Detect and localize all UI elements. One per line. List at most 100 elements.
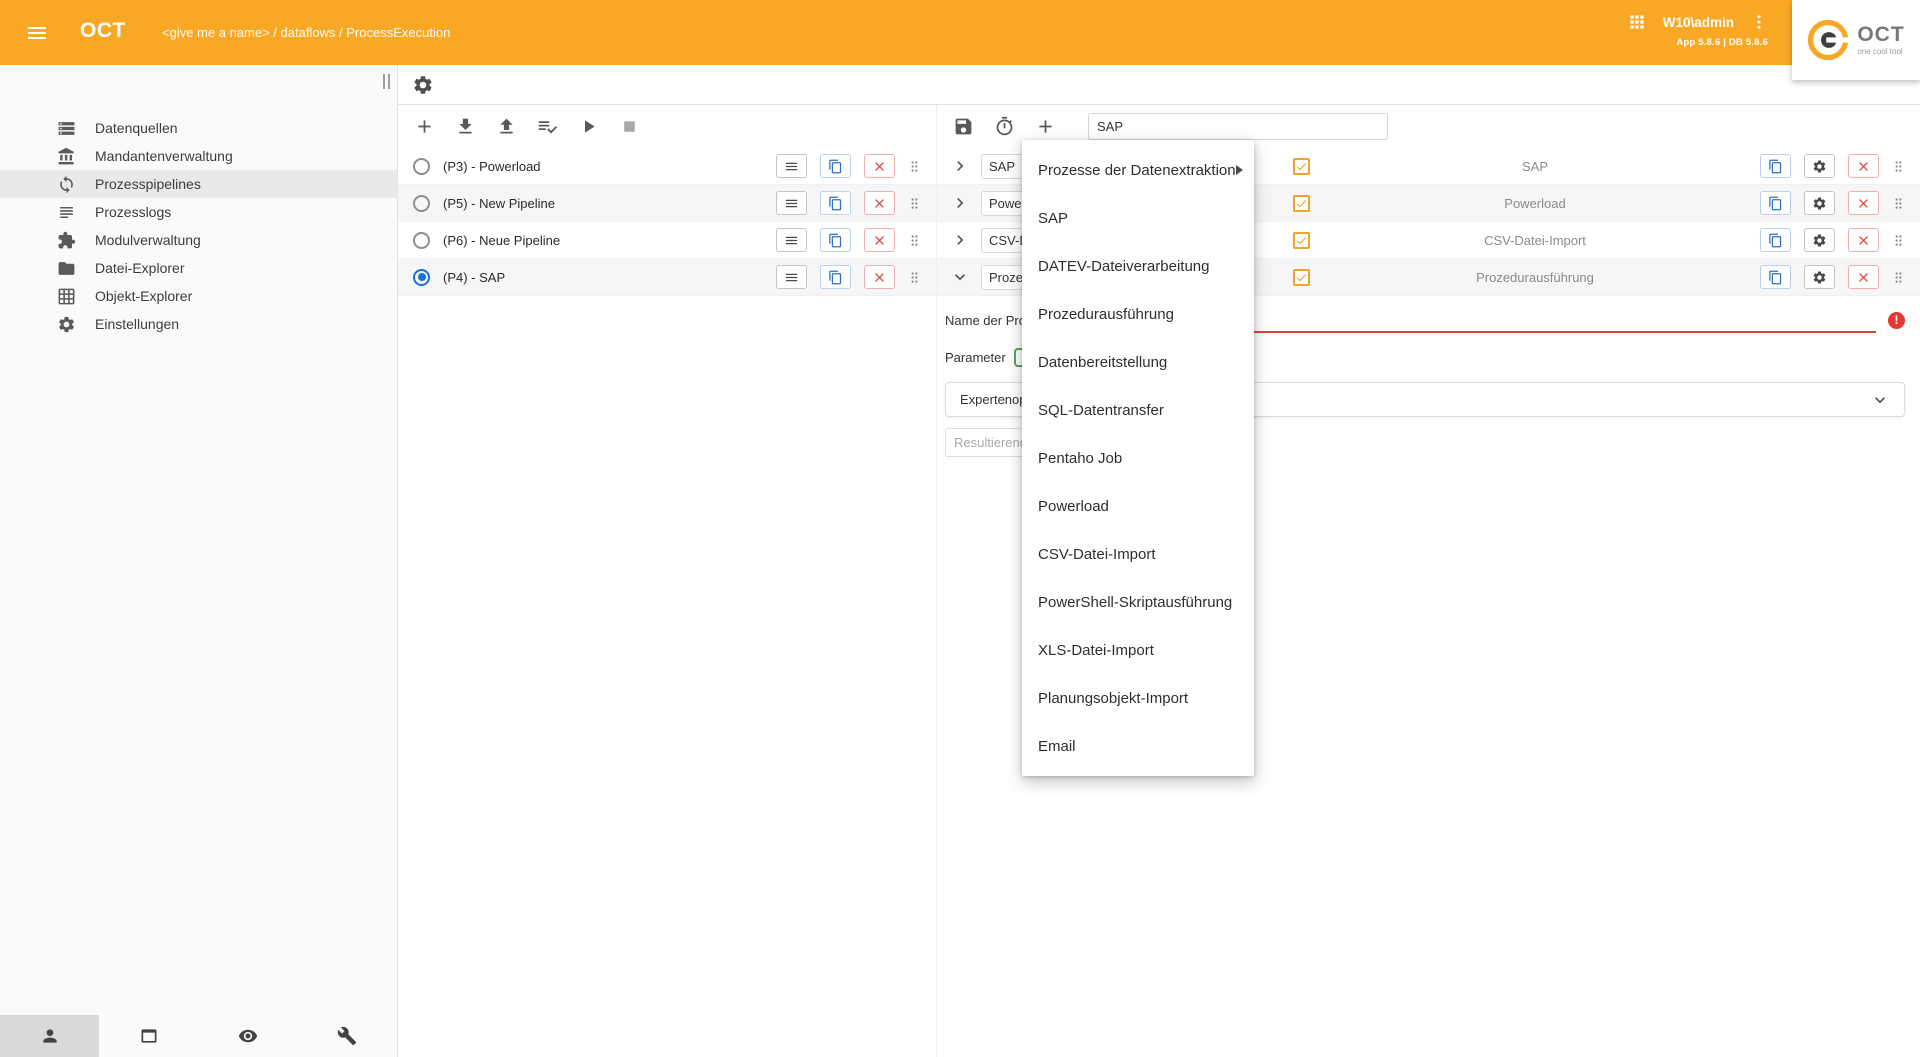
menu-item-prozesse-der-datenextraktion[interactable]: Prozesse der Datenextraktion bbox=[1022, 146, 1254, 194]
sidebar: Datenquellen Mandantenverwaltung Prozess… bbox=[0, 65, 398, 1057]
pipeline-log-button[interactable] bbox=[776, 265, 807, 289]
sidebar-item-prozesslogs[interactable]: Prozesslogs bbox=[0, 198, 397, 226]
drag-handle-icon[interactable] bbox=[1891, 195, 1906, 212]
menu-item-datev-dateiverarbeitung[interactable]: DATEV-Dateiverarbeitung bbox=[1022, 242, 1254, 290]
step-delete-button[interactable] bbox=[1848, 191, 1879, 215]
step-enabled-checkbox[interactable] bbox=[1293, 195, 1310, 212]
drag-handle-icon[interactable] bbox=[1891, 269, 1906, 286]
sidebar-item-modulverwaltung[interactable]: Modulverwaltung bbox=[0, 226, 397, 254]
menu-item-label: Prozesse der Datenextraktion bbox=[1038, 162, 1236, 179]
user-name[interactable]: W10\admin bbox=[1663, 15, 1734, 30]
chevron-down-icon[interactable] bbox=[947, 264, 973, 290]
version-label: App 5.8.6 | DB 5.8.6 bbox=[1676, 37, 1768, 48]
pipeline-delete-button[interactable] bbox=[864, 154, 895, 178]
add-step-button[interactable] bbox=[1035, 116, 1056, 137]
drag-handle-icon[interactable] bbox=[1891, 232, 1906, 249]
run-pipeline-button[interactable] bbox=[578, 116, 599, 137]
step-delete-button[interactable] bbox=[1848, 154, 1879, 178]
step-copy-button[interactable] bbox=[1760, 228, 1791, 252]
step-enabled-checkbox[interactable] bbox=[1293, 232, 1310, 249]
gear-icon bbox=[1812, 270, 1827, 285]
tab-preview-view[interactable] bbox=[199, 1015, 298, 1057]
menu-item-csv-datei-import[interactable]: CSV-Datei-Import bbox=[1022, 530, 1254, 578]
menu-item-prozedurausfuehrung[interactable]: Prozedurausführung bbox=[1022, 290, 1254, 338]
menu-item-sap[interactable]: SAP bbox=[1022, 194, 1254, 242]
schedule-timer-button[interactable] bbox=[994, 116, 1015, 137]
import-download-button[interactable] bbox=[455, 116, 476, 137]
pipeline-log-button[interactable] bbox=[776, 191, 807, 215]
step-settings-button[interactable] bbox=[1804, 154, 1835, 178]
hamburger-menu-icon[interactable] bbox=[25, 21, 49, 45]
pipeline-radio[interactable] bbox=[413, 195, 430, 212]
step-settings-button[interactable] bbox=[1804, 265, 1835, 289]
export-upload-button[interactable] bbox=[496, 116, 517, 137]
pipeline-row[interactable]: (P5) - New Pipeline bbox=[398, 185, 936, 222]
error-icon: ! bbox=[1888, 312, 1905, 329]
chevron-right-icon[interactable] bbox=[947, 153, 973, 179]
process-type-menu: Prozesse der Datenextraktion SAP DATEV-D… bbox=[1022, 140, 1254, 776]
pipeline-copy-button[interactable] bbox=[820, 265, 851, 289]
menu-item-sql-datentransfer[interactable]: SQL-Datentransfer bbox=[1022, 386, 1254, 434]
chevron-right-icon[interactable] bbox=[947, 190, 973, 216]
pipeline-row[interactable]: (P6) - Neue Pipeline bbox=[398, 222, 936, 259]
menu-item-planungsobjekt-import[interactable]: Planungsobjekt-Import bbox=[1022, 674, 1254, 722]
step-settings-button[interactable] bbox=[1804, 228, 1835, 252]
menu-item-pentaho-job[interactable]: Pentaho Job bbox=[1022, 434, 1254, 482]
tab-operator-view[interactable] bbox=[0, 1015, 99, 1057]
sidebar-item-objekt-explorer[interactable]: Objekt-Explorer bbox=[0, 282, 397, 310]
step-delete-button[interactable] bbox=[1848, 265, 1879, 289]
pipeline-delete-button[interactable] bbox=[864, 265, 895, 289]
tab-layout-view[interactable] bbox=[99, 1015, 198, 1057]
menu-item-xls-datei-import[interactable]: XLS-Datei-Import bbox=[1022, 626, 1254, 674]
kebab-menu-icon[interactable] bbox=[1750, 13, 1768, 31]
drag-handle-icon[interactable] bbox=[907, 195, 922, 212]
pipeline-row-selected[interactable]: (P4) - SAP bbox=[398, 259, 936, 296]
playlist-check-button[interactable] bbox=[537, 116, 558, 137]
sidebar-item-datei-explorer[interactable]: Datei-Explorer bbox=[0, 254, 397, 282]
add-pipeline-button[interactable] bbox=[414, 116, 435, 137]
pipeline-delete-button[interactable] bbox=[864, 228, 895, 252]
settings-gear-icon bbox=[57, 315, 76, 334]
step-type-label: SAP bbox=[1310, 159, 1760, 174]
stop-pipeline-button[interactable] bbox=[619, 116, 640, 137]
pipeline-log-button[interactable] bbox=[776, 154, 807, 178]
pipeline-radio[interactable] bbox=[413, 232, 430, 249]
menu-item-powerload[interactable]: Powerload bbox=[1022, 482, 1254, 530]
step-copy-button[interactable] bbox=[1760, 154, 1791, 178]
pipeline-delete-button[interactable] bbox=[864, 191, 895, 215]
check-icon bbox=[1295, 197, 1308, 210]
pipeline-copy-button[interactable] bbox=[820, 154, 851, 178]
tab-tools-view[interactable] bbox=[298, 1015, 397, 1057]
settings-gear-button[interactable] bbox=[412, 74, 434, 96]
sidebar-item-einstellungen[interactable]: Einstellungen bbox=[0, 310, 397, 338]
menu-item-datenbereitstellung[interactable]: Datenbereitstellung bbox=[1022, 338, 1254, 386]
menu-item-powershell-skriptausfuehrung[interactable]: PowerShell-Skriptausführung bbox=[1022, 578, 1254, 626]
drag-handle-icon[interactable] bbox=[1891, 158, 1906, 175]
menu-item-email[interactable]: Email bbox=[1022, 722, 1254, 770]
chevron-right-icon[interactable] bbox=[947, 227, 973, 253]
check-icon bbox=[1295, 271, 1308, 284]
step-copy-button[interactable] bbox=[1760, 265, 1791, 289]
pipeline-radio[interactable] bbox=[413, 158, 430, 175]
sidebar-item-datenquellen[interactable]: Datenquellen bbox=[0, 114, 397, 142]
step-settings-button[interactable] bbox=[1804, 191, 1835, 215]
step-delete-button[interactable] bbox=[1848, 228, 1879, 252]
step-enabled-checkbox[interactable] bbox=[1293, 158, 1310, 175]
sidebar-item-mandantenverwaltung[interactable]: Mandantenverwaltung bbox=[0, 142, 397, 170]
drag-handle-icon[interactable] bbox=[907, 232, 922, 249]
step-enabled-checkbox[interactable] bbox=[1293, 269, 1310, 286]
pipeline-log-button[interactable] bbox=[776, 228, 807, 252]
step-copy-button[interactable] bbox=[1760, 191, 1791, 215]
pipeline-name-input[interactable] bbox=[1088, 113, 1388, 140]
save-button[interactable] bbox=[953, 116, 974, 137]
sidebar-item-prozesspipelines[interactable]: Prozesspipelines bbox=[0, 170, 397, 198]
pipeline-radio-selected[interactable] bbox=[413, 269, 430, 286]
drag-handle-icon[interactable] bbox=[907, 158, 922, 175]
pipeline-row[interactable]: (P3) - Powerload bbox=[398, 148, 936, 185]
pipeline-copy-button[interactable] bbox=[820, 191, 851, 215]
apps-grid-icon[interactable] bbox=[1627, 12, 1647, 32]
wrench-icon bbox=[337, 1026, 357, 1046]
panel-resize-handle[interactable] bbox=[383, 74, 390, 89]
pipeline-copy-button[interactable] bbox=[820, 228, 851, 252]
drag-handle-icon[interactable] bbox=[907, 269, 922, 286]
